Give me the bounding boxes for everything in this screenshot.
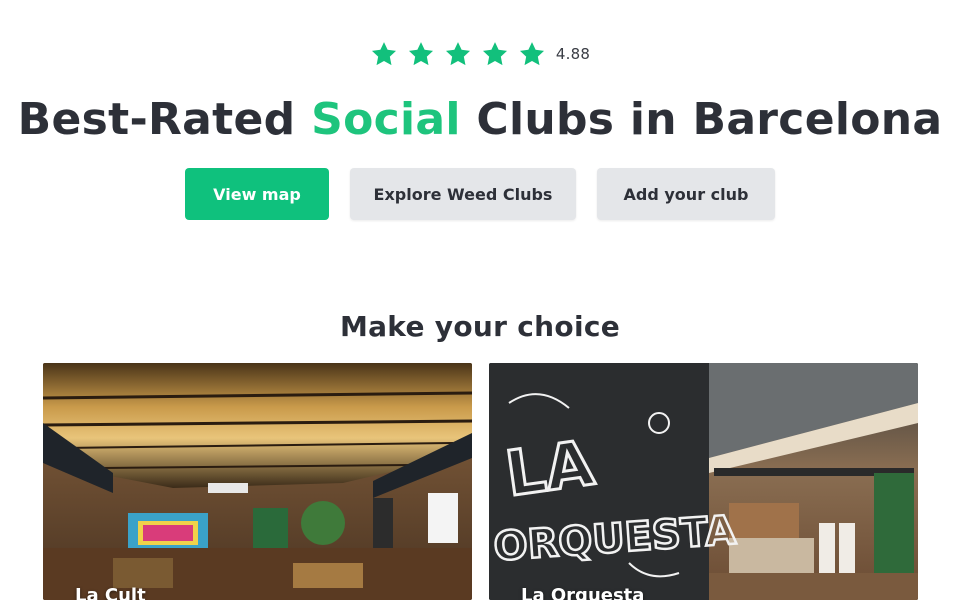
club-interior-photo bbox=[43, 363, 472, 600]
club-card[interactable]: LA ORQUESTA La Orquesta bbox=[489, 363, 918, 600]
title-accent: Social bbox=[311, 94, 461, 145]
title-part-before: Best-Rated bbox=[17, 94, 312, 145]
club-name: La Orquesta bbox=[521, 585, 645, 600]
star-icon bbox=[370, 40, 398, 68]
rating-row: 4.88 bbox=[0, 40, 960, 68]
club-cards: La Cult LA ORQUESTA La Orquesta bbox=[43, 363, 918, 600]
club-card[interactable]: La Cult bbox=[43, 363, 472, 600]
hero-actions: View map Explore Weed Clubs Add your clu… bbox=[0, 168, 960, 220]
add-your-club-button[interactable]: Add your club bbox=[597, 168, 775, 220]
rating-value: 4.88 bbox=[555, 45, 591, 63]
star-icon bbox=[407, 40, 435, 68]
explore-weed-clubs-button[interactable]: Explore Weed Clubs bbox=[350, 168, 576, 220]
club-name: La Cult bbox=[75, 585, 146, 600]
svg-text:LA: LA bbox=[501, 426, 598, 510]
la-orquesta-interior-photo: LA ORQUESTA bbox=[489, 363, 918, 600]
rating-stars bbox=[370, 40, 546, 68]
view-map-button[interactable]: View map bbox=[185, 168, 329, 220]
star-icon bbox=[481, 40, 509, 68]
page-title: Best-Rated Social Clubs in Barcelona bbox=[0, 92, 960, 148]
star-icon bbox=[444, 40, 472, 68]
hero-section: 4.88 Best-Rated Social Clubs in Barcelon… bbox=[0, 0, 960, 600]
star-icon bbox=[518, 40, 546, 68]
title-part-after: Clubs in Barcelona bbox=[460, 94, 943, 145]
section-title: Make your choice bbox=[339, 310, 621, 343]
